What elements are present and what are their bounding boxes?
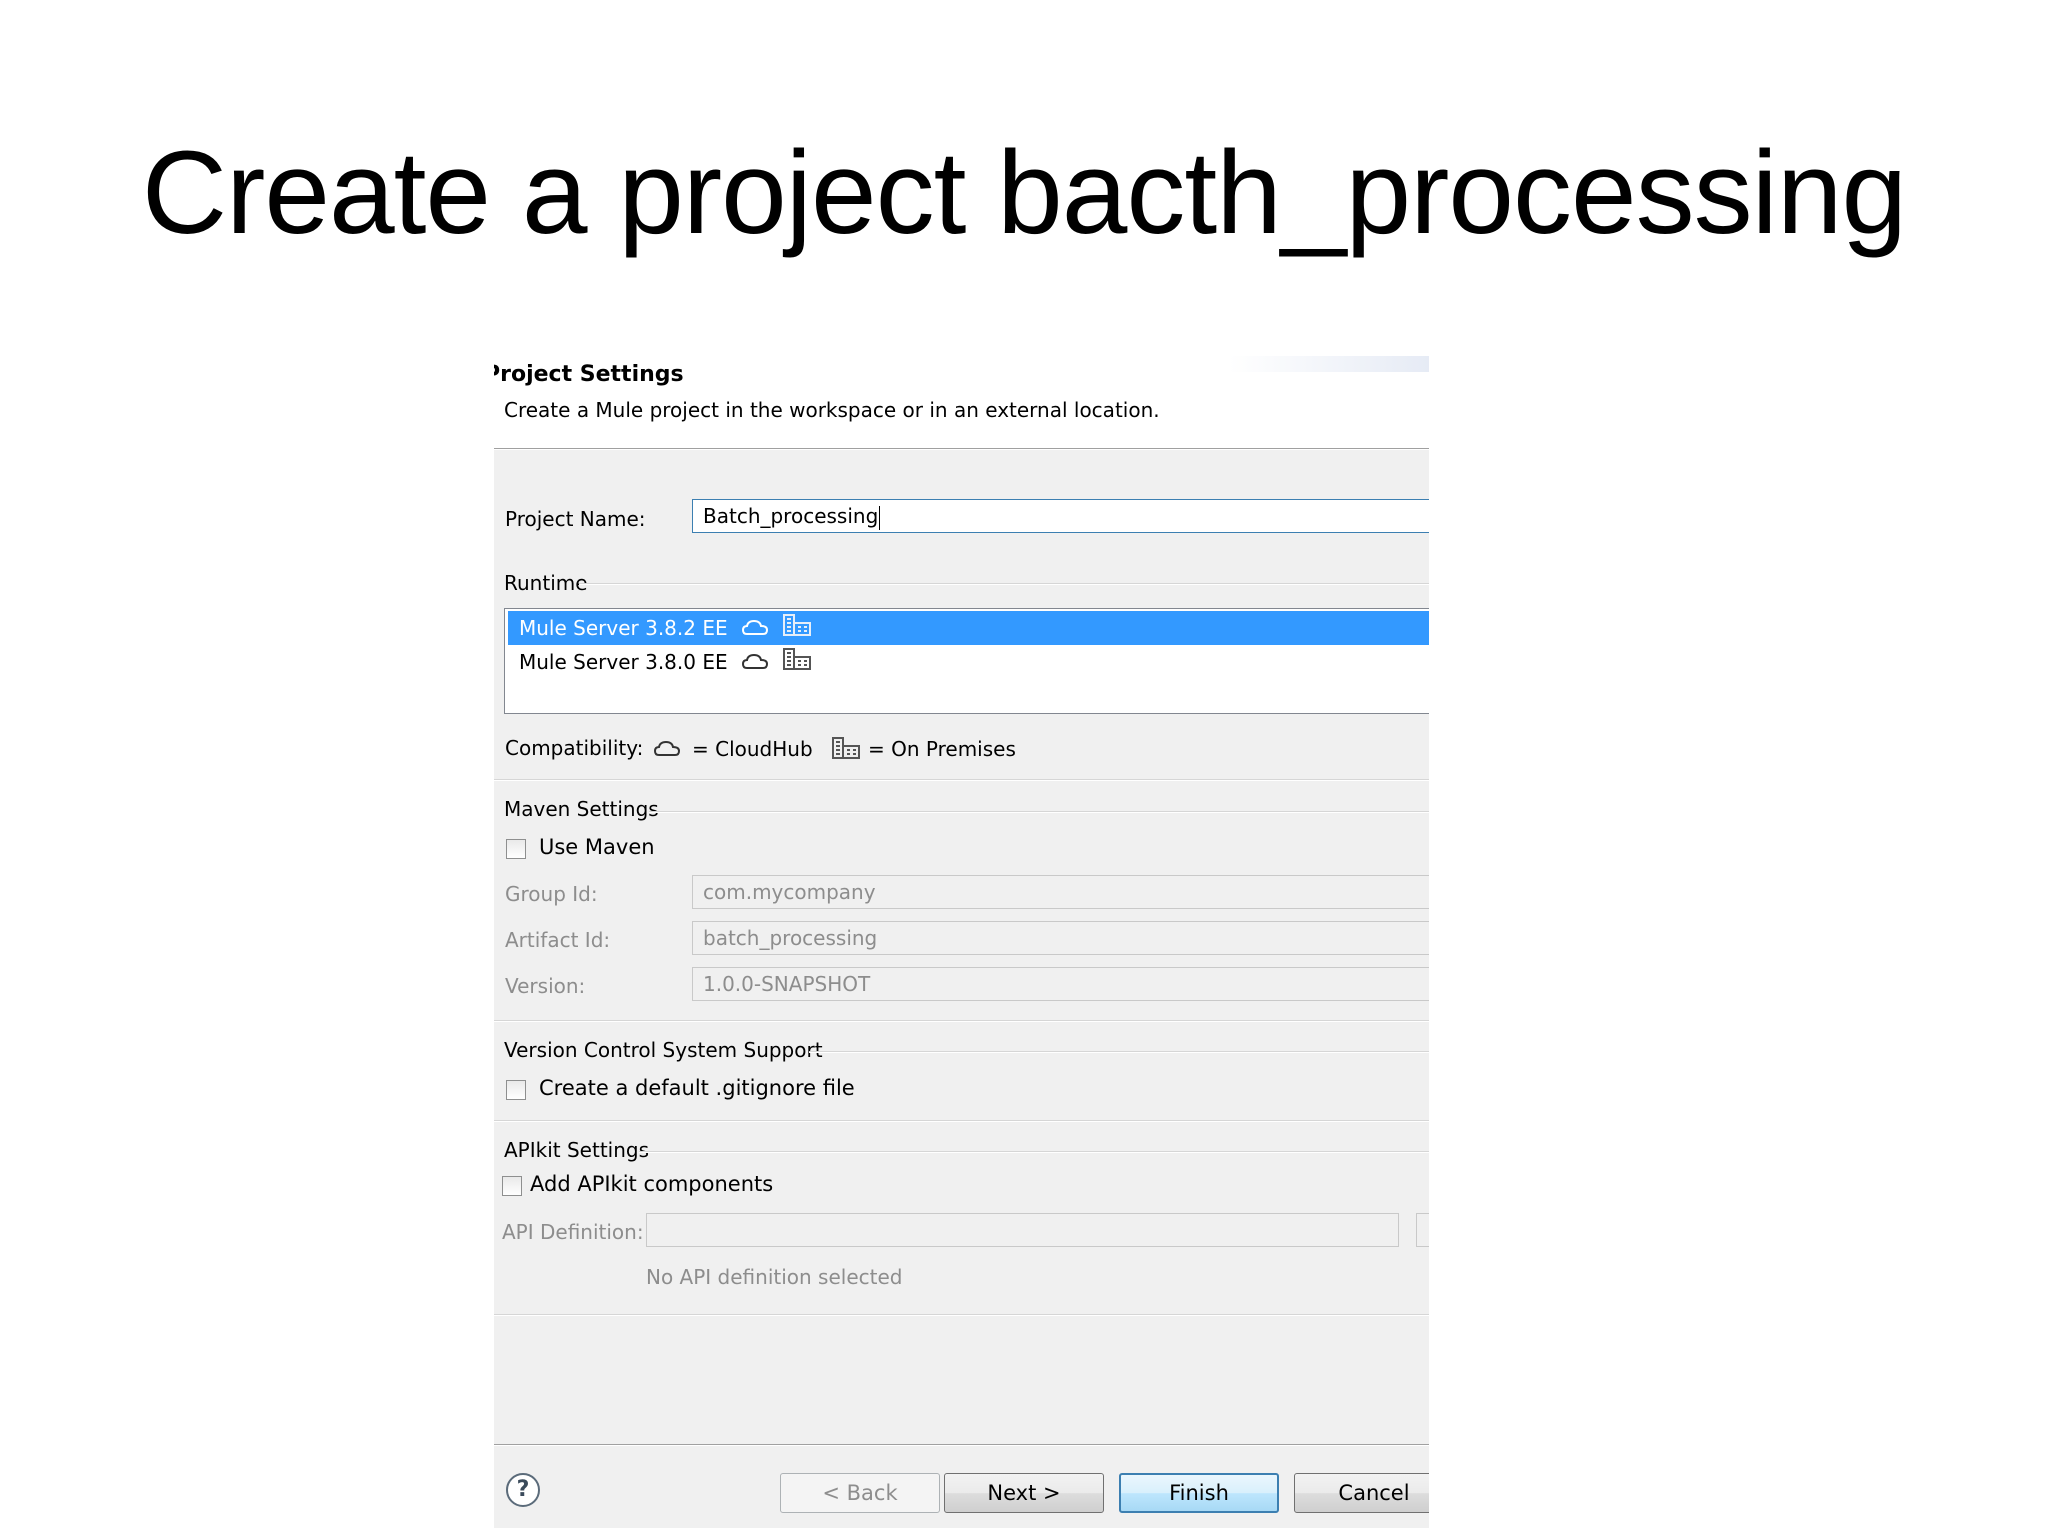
- cloud-icon: [741, 613, 768, 647]
- dialog-header: Project Settings Create a Mule project i…: [494, 356, 1429, 448]
- apikit-separator: [494, 1314, 1429, 1316]
- header-gradient: [1229, 356, 1429, 372]
- vcs-group-line: [809, 1051, 1429, 1053]
- use-maven-label: Use Maven: [539, 835, 655, 859]
- artifact-id-label: Artifact Id:: [505, 928, 611, 952]
- slide-title: Create a project bacth_processing: [141, 127, 1907, 259]
- vcs-separator: [494, 1120, 1429, 1122]
- apikit-checkbox[interactable]: [502, 1176, 522, 1196]
- project-name-label: Project Name:: [505, 507, 646, 531]
- version-input[interactable]: 1.0.0-SNAPSHOT: [692, 967, 1429, 1001]
- help-icon[interactable]: ?: [506, 1473, 540, 1507]
- maven-group-line: [649, 811, 1429, 813]
- building-icon: [782, 613, 812, 647]
- dialog-title: Project Settings: [494, 362, 684, 387]
- gitignore-checkbox[interactable]: [506, 1080, 526, 1100]
- building-icon: [831, 736, 861, 764]
- runtime-group-line: [579, 583, 1429, 585]
- building-icon: [782, 647, 812, 681]
- runtime-list[interactable]: Mule Server 3.8.2 EE Mule Server 3.8.0 E…: [504, 608, 1429, 714]
- on-premises-legend: = On Premises: [868, 737, 1016, 761]
- project-name-value: Batch_processing: [703, 504, 879, 528]
- cancel-button[interactable]: Cancel: [1294, 1473, 1429, 1513]
- project-name-input[interactable]: Batch_processing: [692, 499, 1429, 533]
- dialog-description: Create a Mule project in the workspace o…: [504, 398, 1160, 422]
- maven-group-label: Maven Settings: [504, 797, 659, 821]
- runtime-item-label: Mule Server 3.8.0 EE: [519, 650, 728, 674]
- cloud-icon: [653, 740, 681, 762]
- artifact-id-input[interactable]: batch_processing: [692, 921, 1429, 955]
- project-settings-dialog: Project Settings Create a Mule project i…: [494, 356, 1429, 1528]
- api-definition-label: API Definition:: [502, 1220, 644, 1244]
- api-definition-input[interactable]: [646, 1213, 1399, 1247]
- button-bar-separator: [494, 1444, 1429, 1446]
- use-maven-checkbox[interactable]: [506, 839, 526, 859]
- cloud-icon: [741, 647, 768, 681]
- header-separator: [494, 448, 1429, 450]
- compatibility-separator: [494, 779, 1429, 781]
- apikit-label: Add APIkit components: [530, 1172, 774, 1196]
- group-id-input[interactable]: com.mycompany: [692, 875, 1429, 909]
- compatibility-label: Compatibility:: [505, 736, 644, 760]
- finish-button[interactable]: Finish: [1119, 1473, 1279, 1513]
- api-definition-status: No API definition selected: [646, 1265, 903, 1289]
- version-label: Version:: [505, 974, 586, 998]
- gitignore-label: Create a default .gitignore file: [539, 1076, 855, 1100]
- runtime-item-label: Mule Server 3.8.2 EE: [519, 616, 728, 640]
- maven-separator: [494, 1020, 1429, 1022]
- vcs-group-label: Version Control System Support: [504, 1038, 823, 1062]
- runtime-item-3-8-0[interactable]: Mule Server 3.8.0 EE: [508, 645, 1429, 679]
- apikit-group-label: APIkit Settings: [504, 1138, 650, 1162]
- apikit-group-line: [639, 1151, 1429, 1153]
- runtime-group-label: Runtime: [504, 571, 588, 595]
- runtime-item-3-8-2[interactable]: Mule Server 3.8.2 EE: [508, 611, 1429, 645]
- cloudhub-legend: = CloudHub: [692, 737, 813, 761]
- group-id-label: Group Id:: [505, 882, 598, 906]
- back-button[interactable]: < Back: [780, 1473, 940, 1513]
- next-button[interactable]: Next >: [944, 1473, 1104, 1513]
- text-caret: [879, 505, 881, 530]
- api-definition-browse-button[interactable]: [1416, 1213, 1429, 1247]
